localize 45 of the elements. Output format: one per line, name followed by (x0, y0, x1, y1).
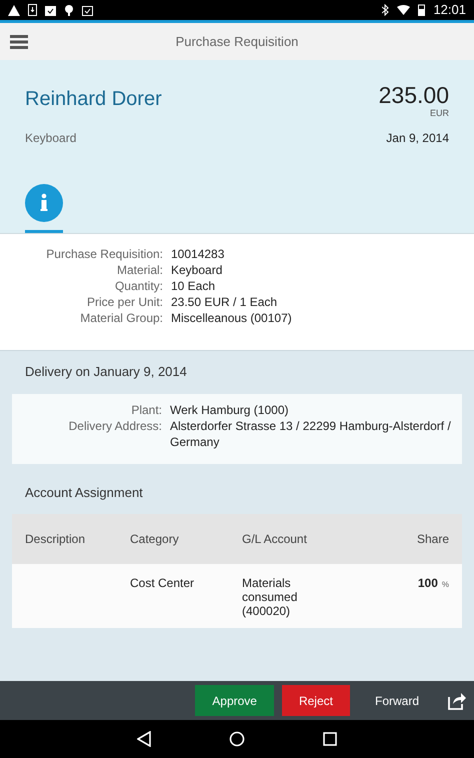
wifi-icon (397, 5, 410, 15)
column-header: Share (416, 531, 449, 548)
back-icon[interactable] (137, 731, 151, 747)
field-label: Material: (116, 262, 163, 278)
field-value: 23.50 EUR / 1 Each (171, 294, 278, 310)
menu-icon[interactable] (10, 35, 28, 49)
column-header: Category (130, 531, 180, 548)
page-title: Purchase Requisition (176, 32, 298, 51)
bluetooth-icon (382, 4, 390, 16)
reject-button[interactable]: Reject (282, 685, 350, 716)
battery-icon (418, 4, 426, 16)
clock: 12:01 (433, 1, 466, 20)
field-value: 10 Each (171, 278, 216, 294)
table-cell-text: Cost Center (130, 576, 196, 592)
field-label: Plant: (130, 402, 162, 418)
share-icon[interactable] (448, 692, 466, 710)
approve-button[interactable]: Approve (195, 685, 274, 716)
amount: 235.00 (378, 84, 449, 107)
column-header: Description (25, 531, 86, 548)
field-value: Werk Hamburg (1000) (170, 402, 290, 418)
section-title: Delivery on January 9, 2014 (24, 363, 188, 381)
info-tab[interactable] (25, 184, 63, 233)
requester-name: Reinhard Dorer (25, 87, 162, 112)
field-value: 10014283 (171, 246, 226, 262)
column-header: G/L Account (242, 531, 308, 548)
share-unit: % (442, 579, 449, 591)
item-name: Keyboard (25, 130, 76, 146)
home-icon[interactable] (229, 731, 245, 747)
warning-icon (8, 4, 20, 16)
field-label: Material Group: (79, 310, 163, 326)
table-cell-text: Materials consumed (400020) (242, 576, 298, 618)
field-value: Keyboard (171, 262, 224, 278)
download-icon (28, 4, 37, 16)
currency: EUR (430, 107, 449, 120)
field-label: Quantity: (114, 278, 163, 294)
recents-icon[interactable] (323, 732, 337, 746)
section-title: Account Assignment (24, 484, 144, 502)
field-value: Alsterdorfer Strasse 13 / 22299 Hamburg-Alsterdorf / Germany (170, 418, 452, 450)
field-value: Miscelleanous (00107) (171, 310, 293, 326)
share-value: 100 (418, 576, 438, 590)
field-label: Purchase Requisition: (45, 246, 163, 262)
plain-button[interactable]: Forward (358, 685, 436, 716)
date: Jan 9, 2014 (386, 130, 449, 146)
field-label: Price per Unit: (86, 294, 163, 310)
field-label: Delivery Address: (68, 418, 162, 434)
